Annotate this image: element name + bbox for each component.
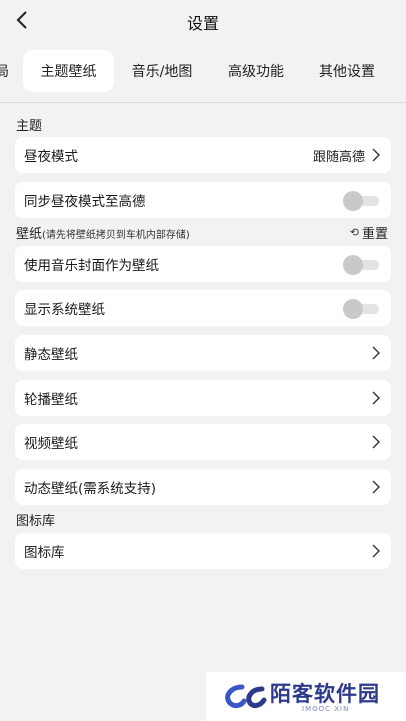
system-wallpaper-toggle[interactable]	[343, 299, 379, 319]
chevron-right-icon	[372, 391, 380, 405]
sync-day-night-row: 同步昼夜模式至高德	[15, 182, 391, 218]
static-wallpaper-row[interactable]: 静态壁纸	[15, 335, 391, 371]
watermark-logo-icon	[225, 684, 267, 709]
tab-other-settings[interactable]: 其他设置	[303, 50, 391, 92]
tab-bar: 局 主题壁纸 音乐/地图 高级功能 其他设置	[0, 50, 406, 92]
reset-button[interactable]: ⟲ 重置	[350, 223, 388, 242]
tab-theme-wallpaper[interactable]: 主题壁纸	[23, 50, 114, 92]
chevron-right-icon	[372, 346, 380, 360]
video-wallpaper-row[interactable]: 视频壁纸	[15, 424, 391, 460]
chevron-right-icon	[372, 148, 380, 162]
tab-music-map[interactable]: 音乐/地图	[118, 50, 206, 92]
chevron-right-icon	[372, 435, 380, 449]
day-night-mode-label: 昼夜模式	[24, 149, 78, 165]
music-cover-wallpaper-label: 使用音乐封面作为壁纸	[24, 258, 159, 274]
system-wallpaper-row: 显示系统壁纸	[15, 290, 391, 326]
sync-day-night-toggle[interactable]	[343, 191, 379, 211]
day-night-mode-row[interactable]: 昼夜模式 跟随高德	[15, 137, 391, 173]
section-wallpaper-label: 壁纸(请先将壁纸拷贝到车机内部存储)	[16, 223, 190, 242]
system-wallpaper-label: 显示系统壁纸	[24, 302, 105, 318]
watermark: 陌客软件园 IMOOC XIN	[206, 672, 406, 721]
static-wallpaper-label: 静态壁纸	[24, 347, 78, 363]
wallpaper-label: 壁纸	[16, 227, 43, 242]
watermark-text: 陌客软件园	[270, 681, 380, 706]
tab-advanced[interactable]: 高级功能	[212, 50, 300, 92]
section-icon-library-label: 图标库	[16, 514, 56, 529]
music-cover-wallpaper-toggle[interactable]	[343, 255, 379, 275]
tab-divider	[0, 102, 406, 103]
reset-label: 重置	[361, 227, 388, 242]
tab-general[interactable]: 局	[0, 50, 12, 92]
icon-library-row[interactable]: 图标库	[15, 533, 391, 569]
chevron-right-icon	[372, 480, 380, 494]
carousel-wallpaper-row[interactable]: 轮播壁纸	[15, 380, 391, 416]
settings-page: 设置 局 主题壁纸 音乐/地图 高级功能 其他设置 主题 昼夜模式 跟随高德 同…	[0, 0, 406, 721]
video-wallpaper-label: 视频壁纸	[24, 436, 78, 452]
watermark-subtext: IMOOC XIN	[302, 705, 350, 713]
dynamic-wallpaper-row[interactable]: 动态壁纸(需系统支持)	[15, 469, 391, 505]
day-night-mode-value: 跟随高德	[312, 149, 365, 165]
wallpaper-note: (请先将壁纸拷贝到车机内部存储)	[42, 230, 190, 241]
dynamic-wallpaper-label: 动态壁纸(需系统支持)	[24, 481, 157, 497]
page-title: 设置	[186, 14, 219, 33]
chevron-right-icon	[372, 544, 380, 558]
reset-icon: ⟲	[349, 226, 359, 239]
carousel-wallpaper-label: 轮播壁纸	[24, 392, 78, 408]
header: 设置	[0, 0, 406, 42]
sync-day-night-label: 同步昼夜模式至高德	[24, 194, 146, 210]
music-cover-wallpaper-row: 使用音乐封面作为壁纸	[15, 246, 391, 282]
section-theme-label: 主题	[16, 119, 43, 134]
icon-library-label: 图标库	[24, 545, 65, 561]
